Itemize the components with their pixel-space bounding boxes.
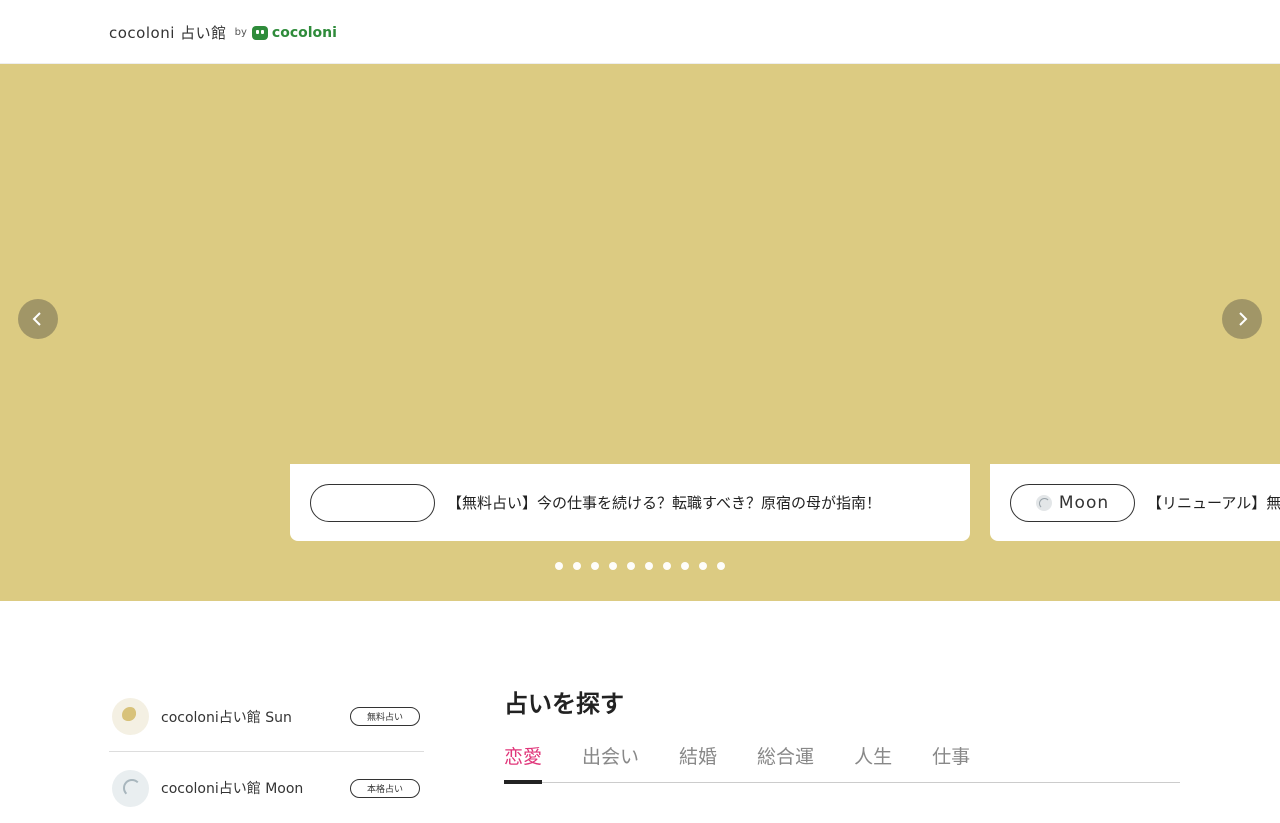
tab-encounter[interactable]: 出会い	[582, 742, 639, 783]
sidebar-item-moon[interactable]: cocoloni占い館 Moon 本格占い	[109, 753, 424, 823]
carousel-dot[interactable]	[645, 562, 653, 570]
carousel-dot[interactable]	[555, 562, 563, 570]
carousel-pagination	[555, 562, 725, 570]
carousel-dot[interactable]	[573, 562, 581, 570]
carousel-dot[interactable]	[591, 562, 599, 570]
carousel-dot[interactable]	[699, 562, 707, 570]
carousel-dot[interactable]	[627, 562, 635, 570]
tab-marriage[interactable]: 結婚	[679, 742, 717, 783]
tab-life[interactable]: 人生	[854, 742, 892, 783]
sidebar-item-label: cocoloni占い館 Sun	[161, 709, 292, 726]
brand-mark-icon	[251, 25, 268, 40]
hero-carousel: 【無料占い】今の仕事を続ける？転職すべき？原宿の母が指南！ Moon 【リニュー…	[0, 64, 1280, 601]
slide-category-pill	[310, 483, 435, 522]
carousel-dot[interactable]	[609, 562, 617, 570]
carousel-next-button[interactable]	[1222, 299, 1262, 339]
tab-love[interactable]: 恋愛	[504, 742, 543, 784]
section-title: 占いを探す	[504, 690, 624, 718]
free-badge: 無料占い	[350, 707, 420, 726]
moon-icon	[1035, 494, 1052, 511]
site-header: cocoloni 占い館 by cocoloni	[0, 0, 1280, 64]
tab-general-fortune[interactable]: 総合運	[757, 742, 814, 783]
slide-category-pill: Moon	[1010, 483, 1135, 522]
carousel-slide-card[interactable]: 【無料占い】今の仕事を続ける？転職すべき？原宿の母が指南！	[290, 464, 970, 541]
chevron-left-icon	[32, 312, 41, 326]
carousel-dot[interactable]	[717, 562, 725, 570]
logo-by-text: by	[234, 27, 247, 38]
sun-icon	[112, 698, 149, 735]
sidebar-item-sun[interactable]: cocoloni占い館 Sun 無料占い	[109, 682, 424, 752]
carousel-prev-button[interactable]	[18, 299, 58, 339]
slide-title: 【無料占い】今の仕事を続ける？転職すべき？原宿の母が指南！	[447, 493, 881, 512]
category-tabs: 恋愛 出会い 結婚 総合運 人生 仕事	[504, 742, 1180, 784]
brand-name: cocoloni	[271, 24, 337, 41]
carousel-dot[interactable]	[681, 562, 689, 570]
tab-work[interactable]: 仕事	[932, 742, 970, 783]
slide-title: 【リニューアル】無カ	[1147, 493, 1280, 512]
moon-icon	[112, 769, 149, 807]
carousel-slide-card[interactable]: Moon 【リニューアル】無カ	[990, 464, 1280, 541]
carousel-dot[interactable]	[663, 562, 671, 570]
premium-badge: 本格占い	[350, 778, 420, 798]
chevron-right-icon	[1239, 312, 1248, 326]
sidebar-item-label: cocoloni占い館 Moon	[161, 781, 304, 797]
logo-text: cocoloni 占い館	[109, 24, 227, 42]
slide-category-label: Moon	[1058, 492, 1110, 513]
site-logo[interactable]: cocoloni 占い館 by cocoloni	[109, 22, 337, 43]
